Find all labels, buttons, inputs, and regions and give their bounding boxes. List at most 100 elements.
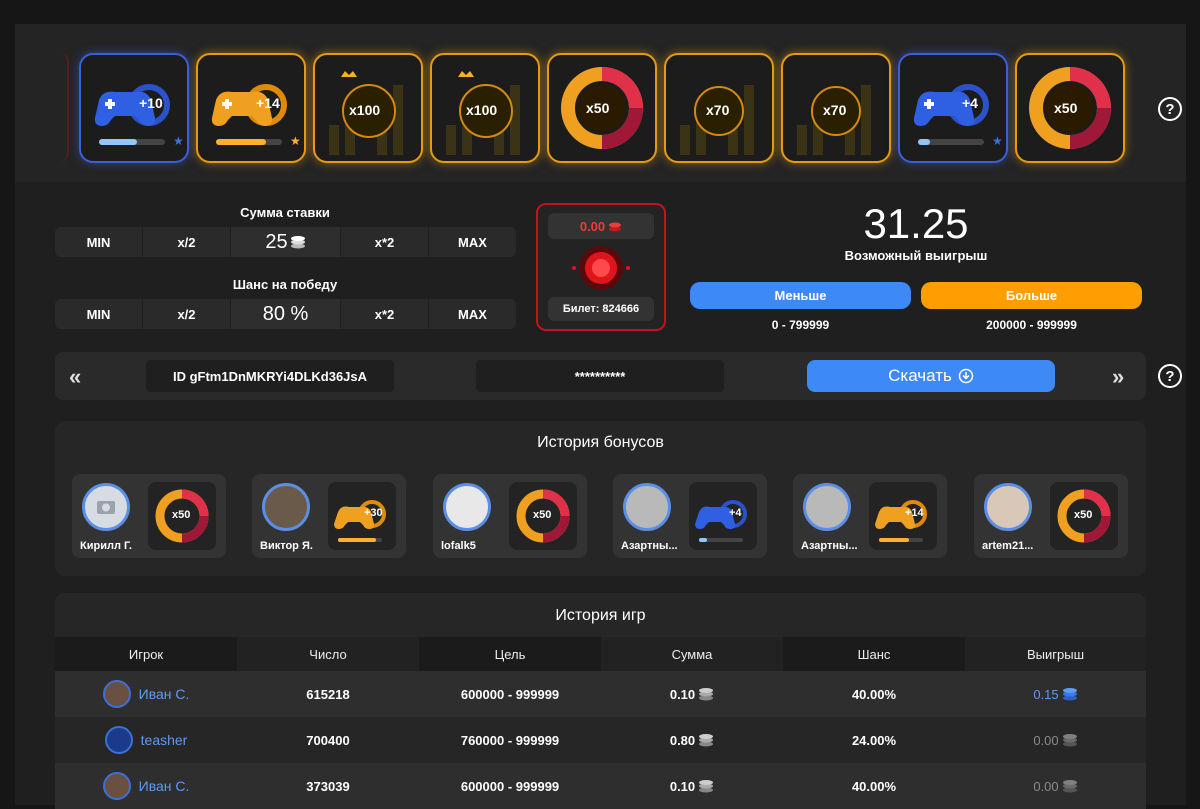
bet-amount-label: Сумма ставки (240, 205, 330, 220)
prize-label: x70 (706, 102, 730, 118)
sum-cell: 0.80 (601, 717, 783, 763)
table-row: teasher 700400 760000 - 999999 0.80 24.0… (55, 717, 1146, 763)
coins-icon (1062, 734, 1077, 747)
bet-amount-input[interactable]: 25 (231, 227, 341, 257)
bet-max-button[interactable]: MAX (429, 227, 516, 257)
sum-cell: 0.10 (601, 671, 783, 717)
prize-label: x70 (823, 102, 847, 118)
win-value: 0.00 (1033, 778, 1059, 794)
number-cell: 615218 (306, 686, 350, 702)
bonus-prize-label: x50 (172, 509, 191, 521)
avatar (443, 483, 491, 531)
prize-card[interactable]: ★ +14 (196, 53, 306, 163)
svg-text:★: ★ (992, 134, 1003, 148)
svg-text:★: ★ (290, 134, 301, 148)
bonus-card[interactable]: Азартны... +4 (613, 474, 767, 558)
player-cell[interactable]: teasher (55, 717, 237, 763)
prize-label: +4 (962, 95, 978, 111)
bonus-player-name: Азартны... (801, 540, 858, 552)
bet-half-button[interactable]: x/2 (143, 227, 231, 257)
player-cell[interactable]: Иван С. (55, 763, 237, 809)
bonus-prize: +30 (328, 482, 396, 550)
controller-icon (875, 500, 927, 542)
chance-cell: 40.00% (851, 686, 897, 702)
bonus-prize: +14 (869, 482, 937, 550)
column-header: Шанс (783, 637, 965, 671)
coins-icon (1062, 780, 1077, 793)
next-arrow-icon[interactable]: » (1112, 364, 1124, 390)
seed-hidden-field[interactable]: ********** (476, 360, 724, 392)
bonus-history-title: История бонусов (537, 434, 664, 451)
player-cell[interactable]: Иван С. (55, 671, 237, 717)
prev-arrow-icon[interactable]: « (69, 364, 81, 390)
bonus-prize: +4 (689, 482, 757, 550)
column-header: Выигрыш (965, 637, 1146, 671)
help-icon[interactable]: ? (1158, 97, 1182, 121)
chance-half-button[interactable]: x/2 (143, 299, 231, 329)
bonus-player-name: Кирилл Г. (80, 540, 132, 552)
bet-double-button[interactable]: x*2 (341, 227, 429, 257)
download-button[interactable]: Скачать (807, 360, 1055, 392)
controller-icon (695, 500, 747, 542)
bonus-card[interactable]: Виктор Я. +30 (252, 474, 406, 558)
seed-id-field[interactable]: ID gFtm1DnMKRYi4DLKd36JsA (146, 360, 394, 392)
coins-icon (699, 688, 714, 701)
bonus-prize: x50 (509, 482, 577, 550)
prize-label: +10 (139, 95, 163, 111)
avatar (104, 726, 133, 754)
download-icon (958, 368, 974, 384)
game-history-panel: История игр Игрок Число Цель Сумма Шанс … (55, 593, 1146, 809)
less-button[interactable]: Меньше (690, 282, 911, 309)
avatar (262, 483, 310, 531)
bet-min-button[interactable]: MIN (55, 227, 143, 257)
prize-carousel: ★ +10 ★ +14 x100 x100 x50 x70 x70 ★ +4 x… (15, 24, 1186, 182)
number-cell: 700400 (306, 732, 350, 748)
prize-card[interactable]: x100 (430, 53, 540, 163)
coins-icon (290, 236, 305, 249)
player-name: Иван С. (138, 778, 190, 794)
bonus-player-name: lofalk5 (441, 540, 476, 552)
prize-label: +14 (256, 95, 280, 111)
table-row: Иван С. 373039 600000 - 999999 0.10 40.0… (55, 763, 1146, 809)
prize-card[interactable]: ★ +10 (79, 53, 189, 163)
help-icon[interactable]: ? (1158, 364, 1182, 388)
table-row: Иван С. 615218 600000 - 999999 0.10 40.0… (55, 671, 1146, 717)
prize-card[interactable]: x70 (664, 53, 774, 163)
red-token-icon (572, 246, 630, 290)
avatar (102, 772, 131, 800)
bet-amount-value: 25 (265, 230, 288, 253)
ticket-amount-value: 0.00 (579, 218, 606, 234)
game-frame: ★ +10 ★ +14 x100 x100 x50 x70 x70 ★ +4 x… (15, 24, 1186, 809)
chance-max-button[interactable]: MAX (429, 299, 516, 329)
target-cell: 600000 - 999999 (460, 686, 560, 702)
bonus-card[interactable]: Азартны... +14 (793, 474, 947, 558)
bonus-prize: x50 (148, 482, 216, 550)
win-cell: 0.15 (965, 671, 1146, 717)
avatar (623, 483, 671, 531)
chance-input[interactable]: 80 % (231, 299, 341, 329)
bonus-prize: x50 (1050, 482, 1118, 550)
bonus-card[interactable]: artem21... x50 (974, 474, 1128, 558)
prize-card[interactable]: ★ +4 (898, 53, 1008, 163)
win-cell: 0.00 (965, 717, 1146, 763)
prize-card[interactable]: x100 (313, 53, 423, 163)
more-button[interactable]: Больше (921, 282, 1142, 309)
bonus-card[interactable]: Кирилл Г. x50 (72, 474, 226, 558)
coins-icon (699, 780, 714, 793)
bonus-prize-label: x50 (1074, 509, 1093, 521)
avatar (803, 483, 851, 531)
prize-card[interactable]: x70 (781, 53, 891, 163)
coins-icon (699, 734, 714, 747)
bonus-card[interactable]: lofalk5 x50 (433, 474, 587, 558)
chance-min-button[interactable]: MIN (55, 299, 143, 329)
player-name: Иван С. (138, 686, 190, 702)
prize-label: x50 (1054, 100, 1078, 116)
column-header: Сумма (601, 637, 783, 671)
prize-label: x100 (349, 102, 381, 118)
chance-double-button[interactable]: x*2 (341, 299, 429, 329)
ticket-amount: 0.00 (548, 213, 654, 239)
prize-card[interactable]: x50 (547, 53, 657, 163)
bonus-prize-label: +14 (905, 507, 924, 519)
prize-card[interactable]: x50 (1015, 53, 1125, 163)
win-value: 0.00 (1033, 732, 1059, 748)
